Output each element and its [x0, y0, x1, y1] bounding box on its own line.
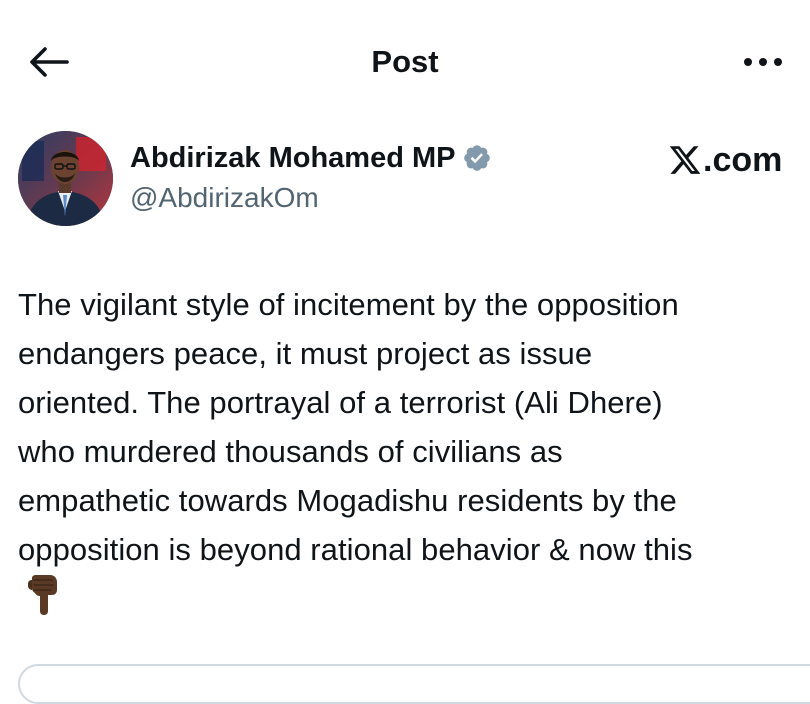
post-line: oriented. The portrayal of a terrorist (… [18, 385, 663, 420]
quoted-post-card[interactable] [18, 664, 810, 704]
brand-watermark: .com [668, 138, 782, 182]
more-horizontal-icon [744, 58, 782, 66]
post-line: The vigilant style of incitement by the … [18, 287, 679, 322]
post-line: opposition is beyond rational behavior &… [18, 532, 693, 567]
post-line: who murdered thousands of civilians as [18, 434, 563, 469]
page-title: Post [371, 44, 439, 79]
author-name[interactable]: Abdirizak Mohamed MP [130, 142, 456, 175]
verified-badge-icon[interactable] [462, 143, 492, 173]
author-name-row[interactable]: Abdirizak Mohamed MP [130, 138, 492, 178]
post-line: empathetic towards Mogadishu residents b… [18, 483, 677, 518]
pointing-down-icon [28, 575, 57, 615]
brand-text: .com [703, 140, 783, 179]
avatar-photo [18, 131, 113, 226]
post-body: The vigilant style of incitement by the … [18, 280, 808, 574]
post-line: endangers peace, it must project as issu… [18, 336, 593, 371]
avatar[interactable] [18, 131, 113, 226]
x-logo-icon [669, 146, 701, 174]
more-options-button[interactable] [738, 44, 788, 80]
top-bar: Post [0, 0, 810, 124]
author-handle[interactable]: @AbdirizakOm [130, 180, 319, 216]
